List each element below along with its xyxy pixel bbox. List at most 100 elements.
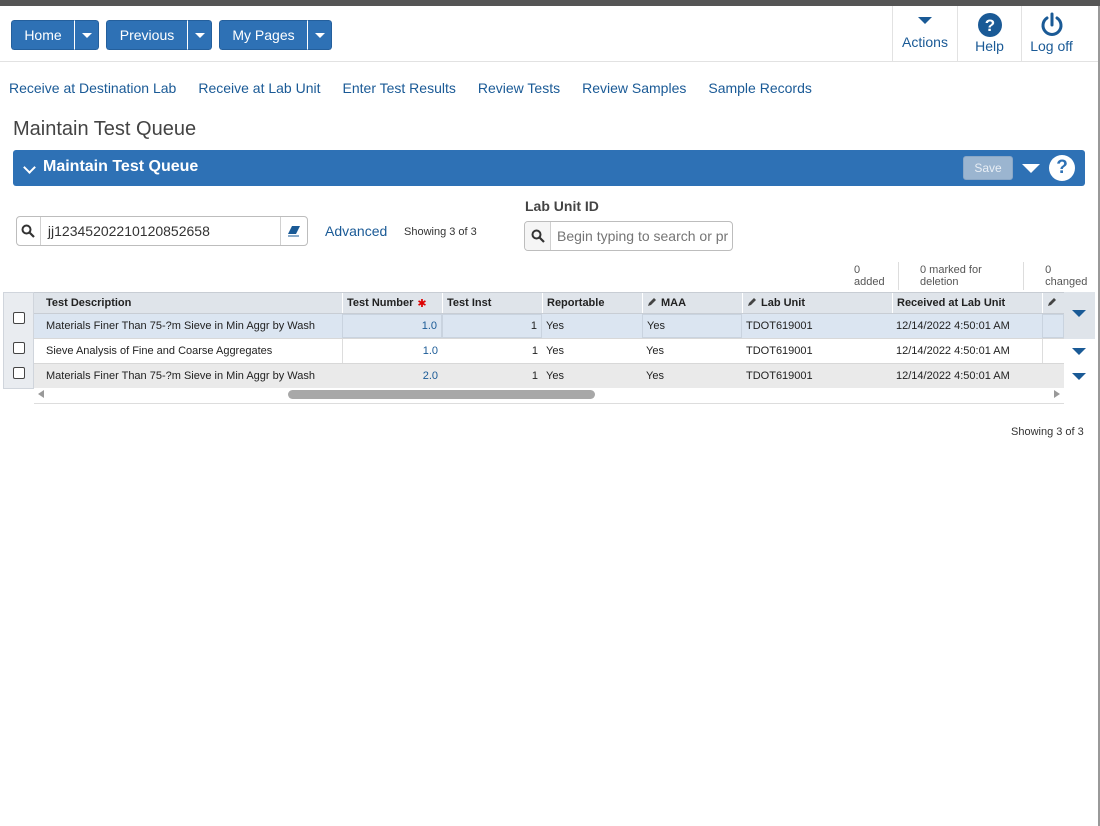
row-menu-caret-icon[interactable]: [1072, 348, 1086, 355]
cell-description: Materials Finer Than 75-?m Sieve in Min …: [46, 370, 316, 382]
cell-reportable: Yes: [546, 370, 564, 382]
previous-button-group: Previous: [106, 20, 212, 50]
col-maa-label: MAA: [661, 297, 687, 309]
search-field[interactable]: jj12345202210120852658: [16, 216, 308, 246]
pencil-icon: [747, 297, 757, 310]
col-test-number[interactable]: Test Number ✱: [342, 293, 442, 313]
link-sample-records[interactable]: Sample Records: [708, 80, 812, 96]
change-counts: 0 added 0 marked for deletion 0 changed: [847, 262, 1100, 290]
col-reportable[interactable]: Reportable: [542, 293, 642, 313]
actions-label: Actions: [902, 34, 948, 50]
required-icon: ✱: [417, 297, 427, 310]
home-button-group: Home: [11, 20, 99, 50]
cell-maa[interactable]: Yes: [642, 339, 742, 363]
cell-next[interactable]: [1042, 364, 1064, 388]
search-icon[interactable]: [17, 217, 41, 245]
panel-help-icon[interactable]: ?: [1049, 155, 1075, 181]
table-row[interactable]: Materials Finer Than 75-?m Sieve in Min …: [34, 314, 1064, 339]
panel-title[interactable]: Maintain Test Queue: [43, 158, 198, 176]
lab-unit-input[interactable]: [551, 228, 731, 244]
quick-links: Receive at Destination Lab Receive at La…: [9, 80, 812, 96]
divider: [898, 262, 913, 290]
mypages-button[interactable]: My Pages: [219, 20, 307, 50]
cell-maa[interactable]: Yes: [642, 364, 742, 388]
power-icon: [1041, 12, 1062, 36]
help-label: Help: [975, 38, 1004, 54]
row-checkbox[interactable]: [13, 367, 25, 379]
link-receive-lab-unit[interactable]: Receive at Lab Unit: [198, 80, 320, 96]
cell-test-inst[interactable]: 1: [442, 339, 542, 363]
top-bar: Home Previous My Pages Actions ? Help Lo…: [0, 6, 1098, 62]
help-icon: ?: [977, 13, 1002, 37]
cell-lab-unit[interactable]: TDOT619001: [742, 314, 892, 338]
col-test-description[interactable]: Test Description: [42, 293, 342, 313]
cell-test-number[interactable]: 1.0: [342, 339, 442, 363]
row-checkbox[interactable]: [13, 342, 25, 354]
help-button[interactable]: ? Help: [957, 6, 1021, 62]
mypages-menu-button[interactable]: [307, 20, 332, 50]
cell-test-number[interactable]: 1.0: [342, 314, 442, 338]
cell-next[interactable]: [1042, 314, 1064, 338]
cell-reportable: Yes: [546, 345, 564, 357]
cell-test-inst[interactable]: 1: [442, 314, 542, 338]
horizontal-scrollbar[interactable]: [34, 388, 1064, 404]
table-row[interactable]: Sieve Analysis of Fine and Coarse Aggreg…: [34, 339, 1064, 364]
table-header: Test Description Test Number ✱ Test Inst …: [34, 292, 1064, 314]
col-test-inst[interactable]: Test Inst: [442, 293, 542, 313]
cell-test-number[interactable]: 2.0: [342, 364, 442, 388]
logoff-label: Log off: [1030, 38, 1073, 54]
caret-down-icon: [81, 32, 92, 38]
changed-count: 0 changed: [1045, 264, 1088, 288]
home-button[interactable]: Home: [11, 20, 74, 50]
scroll-left-icon[interactable]: [38, 390, 44, 398]
row-checkbox[interactable]: [13, 312, 25, 324]
cell-received: 12/14/2022 4:50:01 AM: [896, 320, 1010, 332]
link-review-tests[interactable]: Review Tests: [478, 80, 560, 96]
advanced-search-link[interactable]: Advanced: [325, 223, 387, 239]
link-receive-destination-lab[interactable]: Receive at Destination Lab: [9, 80, 176, 96]
cell-next[interactable]: [1042, 339, 1064, 363]
table-row[interactable]: Materials Finer Than 75-?m Sieve in Min …: [34, 364, 1064, 389]
search-input[interactable]: jj12345202210120852658: [41, 223, 280, 239]
lab-unit-search[interactable]: [524, 221, 733, 251]
divider: [1023, 262, 1038, 290]
link-review-samples[interactable]: Review Samples: [582, 80, 686, 96]
col-next[interactable]: [1042, 293, 1064, 313]
lab-unit-label: Lab Unit ID: [525, 198, 599, 214]
showing-count: Showing 3 of 3: [404, 226, 477, 238]
panel-menu-caret-icon[interactable]: [1022, 164, 1040, 173]
cell-test-inst[interactable]: 1: [442, 364, 542, 388]
row-menu-caret-icon[interactable]: [1072, 310, 1086, 317]
cell-reportable: Yes: [546, 320, 564, 332]
previous-menu-button[interactable]: [187, 20, 212, 50]
scroll-thumb[interactable]: [288, 390, 595, 399]
page-title: Maintain Test Queue: [13, 118, 197, 140]
search-icon[interactable]: [525, 222, 551, 250]
eraser-icon[interactable]: [280, 217, 307, 245]
col-lab-unit[interactable]: Lab Unit: [742, 293, 892, 313]
mypages-button-group: My Pages: [219, 20, 332, 50]
col-lab-unit-label: Lab Unit: [761, 297, 805, 309]
cell-description: Sieve Analysis of Fine and Coarse Aggreg…: [46, 345, 273, 357]
cell-lab-unit[interactable]: TDOT619001: [742, 364, 892, 388]
marked-count: 0 marked for deletion: [920, 264, 982, 288]
pencil-icon: [647, 297, 657, 310]
caret-down-icon: [918, 17, 932, 24]
row-menu-caret-icon[interactable]: [1072, 373, 1086, 380]
save-button[interactable]: Save: [963, 156, 1013, 180]
cell-lab-unit[interactable]: TDOT619001: [742, 339, 892, 363]
col-test-number-label: Test Number: [347, 297, 414, 309]
chevron-down-icon[interactable]: [23, 161, 36, 174]
showing-count-bottom: Showing 3 of 3: [1011, 426, 1084, 438]
col-received-at-lab-unit[interactable]: Received at Lab Unit: [892, 293, 1042, 313]
previous-button[interactable]: Previous: [106, 20, 187, 50]
scroll-right-icon[interactable]: [1054, 390, 1060, 398]
logoff-button[interactable]: Log off: [1021, 6, 1081, 62]
link-enter-test-results[interactable]: Enter Test Results: [343, 80, 456, 96]
col-maa[interactable]: MAA: [642, 293, 742, 313]
home-menu-button[interactable]: [74, 20, 99, 50]
pencil-icon: [1047, 297, 1057, 310]
cell-maa[interactable]: Yes: [642, 314, 742, 338]
actions-button[interactable]: Actions: [892, 6, 957, 62]
caret-down-icon: [194, 32, 205, 38]
